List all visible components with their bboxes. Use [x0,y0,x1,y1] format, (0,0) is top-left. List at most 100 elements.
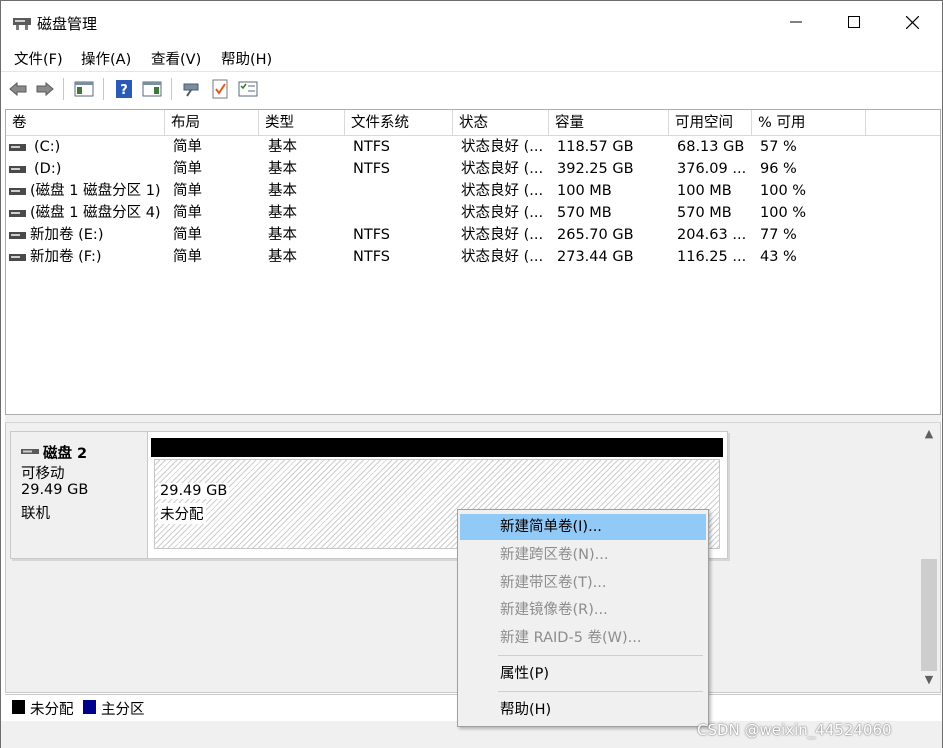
scroll-up-icon[interactable]: ▲ [918,425,940,443]
column-header-filesystem[interactable]: 文件系统 [345,110,453,136]
drive-icon [9,166,26,173]
column-header-percent-free[interactable]: % 可用 [752,110,866,136]
menu-new-spanned-volume: 新建跨区卷(N)... [500,547,609,563]
volume-type: 基本 [268,139,297,155]
column-header-free-space[interactable]: 可用空间 [669,110,752,136]
partition-size: 29.49 GB [158,483,230,499]
table-row[interactable]: (C:) 简单 基本 NTFS 状态良好 (... 118.57 GB 68.1… [6,136,940,158]
volume-filesystem: NTFS [353,139,390,155]
volume-free-space: 100 MB [677,183,732,199]
volume-name: (C:) [34,139,61,155]
menu-properties[interactable]: 属性(P) [460,661,706,687]
table-row[interactable]: (磁盘 1 磁盘分区 1) 简单 基本 状态良好 (... 100 MB 100… [6,180,940,202]
legend-unallocated: 未分配 [30,702,74,718]
volume-name: (磁盘 1 磁盘分区 1) [30,183,161,199]
maximize-button[interactable] [825,1,883,43]
volume-status: 状态良好 (... [461,139,544,155]
menu-help[interactable]: 帮助(H) [221,48,272,69]
volume-status: 状态良好 (... [461,205,544,221]
volume-status: 状态良好 (... [461,183,544,199]
column-header-layout[interactable]: 布局 [165,110,259,136]
column-header-capacity[interactable]: 容量 [549,110,669,136]
pane-splitter[interactable] [5,415,941,423]
toolbar: ? [1,71,942,105]
volume-layout: 简单 [173,227,202,243]
forward-arrow-icon[interactable] [34,78,56,100]
connect-icon[interactable] [181,78,203,100]
volume-capacity: 118.57 GB [557,139,634,155]
window-title: 磁盘管理 [37,15,98,33]
minimize-button[interactable] [767,1,825,43]
volume-percent-free: 100 % [760,205,807,221]
disk-state: 联机 [21,506,50,522]
volume-layout: 简单 [173,183,202,199]
disk-name: 磁盘 2 [43,446,88,462]
menu-file[interactable]: 文件(F) [14,48,63,69]
volume-status: 状态良好 (... [461,161,544,177]
disk-2-label[interactable]: 磁盘 2 可移动 29.49 GB 联机 [10,431,150,559]
volume-capacity: 273.44 GB [557,249,634,265]
volume-capacity: 570 MB [557,205,612,221]
back-arrow-icon[interactable] [7,78,29,100]
volume-free-space: 204.63 ... [677,227,747,243]
volume-percent-free: 77 % [760,227,797,243]
menu-new-striped-volume: 新建带区卷(T)... [500,575,607,591]
column-header-status[interactable]: 状态 [453,110,549,136]
console-tree-icon[interactable] [73,78,95,100]
volume-name: 新加卷 (F:) [30,249,102,265]
menu-separator [498,691,703,692]
drive-icon [9,210,26,217]
table-row[interactable]: (磁盘 1 磁盘分区 4) 简单 基本 状态良好 (... 570 MB 570… [6,202,940,224]
menu-view[interactable]: 查看(V) [151,48,201,69]
menu-new-mirrored-volume: 新建镜像卷(R)... [500,602,608,618]
volume-name: (磁盘 1 磁盘分区 4) [30,205,161,221]
menu-new-raid5-volume: 新建 RAID-5 卷(W)... [500,630,642,646]
volume-list-header: 卷 布局 类型 文件系统 状态 容量 可用空间 % 可用 [6,110,940,136]
volume-list[interactable]: 卷 布局 类型 文件系统 状态 容量 可用空间 % 可用 (C:) 简单 基本 … [5,109,941,415]
vertical-scrollbar[interactable]: ▲ ▼ [918,423,940,691]
volume-layout: 简单 [173,205,202,221]
volume-filesystem: NTFS [353,249,390,265]
volume-type: 基本 [268,183,297,199]
legend-primary-partition: 主分区 [101,702,145,718]
toolbar-separator [63,78,64,100]
menu-new-simple-volume[interactable]: 新建简单卷(I)... [460,514,706,540]
svg-text:?: ? [120,83,128,98]
properties-icon[interactable] [237,78,259,100]
volume-status: 状态良好 (... [461,227,544,243]
volume-layout: 简单 [173,249,202,265]
volume-type: 基本 [268,205,297,221]
volume-name: 新加卷 (E:) [30,227,104,243]
check-icon[interactable] [209,78,231,100]
volume-capacity: 100 MB [557,183,612,199]
menu-help-item[interactable]: 帮助(H) [460,697,706,723]
close-button[interactable] [883,1,941,43]
disk-management-window: 磁盘管理 文件(F) 操作(A) 查看(V) 帮助(H) ? 卷 布局 类型 文… [0,0,943,748]
disk-icon [21,449,39,454]
volume-percent-free: 57 % [760,139,797,155]
volume-capacity: 265.70 GB [557,227,634,243]
scroll-thumb[interactable] [921,559,937,671]
menu-bar: 文件(F) 操作(A) 查看(V) 帮助(H) [1,43,942,71]
menu-action[interactable]: 操作(A) [81,48,131,69]
menu-separator [498,655,703,656]
column-header-type[interactable]: 类型 [259,110,345,136]
volume-type: 基本 [268,249,297,265]
volume-layout: 简单 [173,161,202,177]
toolbar-separator [171,78,172,100]
table-row[interactable]: 新加卷 (F:) 简单 基本 NTFS 状态良好 (... 273.44 GB … [6,246,940,268]
volume-name: (D:) [34,161,62,177]
table-row[interactable]: 新加卷 (E:) 简单 基本 NTFS 状态良好 (... 265.70 GB … [6,224,940,246]
primary-partition-legend-swatch [83,700,96,714]
column-header-volume[interactable]: 卷 [6,110,165,136]
scroll-down-icon[interactable]: ▼ [918,671,940,689]
title-bar[interactable]: 磁盘管理 [1,1,942,43]
table-row[interactable]: (D:) 简单 基本 NTFS 状态良好 (... 392.25 GB 376.… [6,158,940,180]
action-pane-icon[interactable] [141,78,163,100]
unallocated-bar [151,438,723,457]
volume-percent-free: 100 % [760,183,807,199]
volume-type: 基本 [268,161,297,177]
help-icon[interactable]: ? [113,78,135,100]
volume-filesystem: NTFS [353,227,390,243]
toolbar-separator [103,78,104,100]
